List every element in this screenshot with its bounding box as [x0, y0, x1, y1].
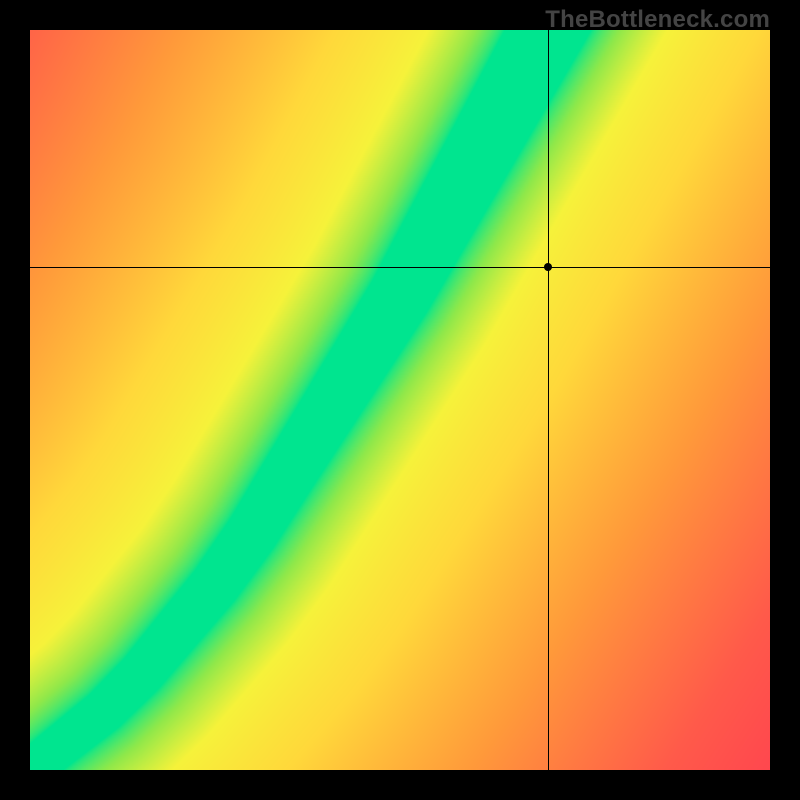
plot-area: [30, 30, 770, 770]
selection-marker: [544, 263, 552, 271]
heatmap-canvas: [30, 30, 770, 770]
chart-frame: TheBottleneck.com: [0, 0, 800, 800]
crosshair-vertical: [548, 30, 549, 770]
watermark-text: TheBottleneck.com: [545, 6, 770, 34]
crosshair-horizontal: [30, 267, 770, 268]
